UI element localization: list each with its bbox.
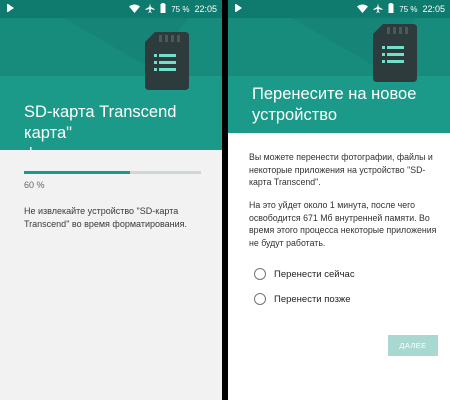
battery-icon bbox=[160, 3, 166, 16]
clock: 22:05 bbox=[422, 4, 445, 14]
sd-card-icon bbox=[373, 24, 417, 87]
format-progress-bar bbox=[24, 171, 201, 174]
radio-migrate-now[interactable]: Перенести сейчас bbox=[254, 266, 355, 282]
radio-label: Перенести позже bbox=[274, 293, 351, 305]
description-text: Вы можете перенести фотографии, файлы и … bbox=[249, 152, 433, 187]
sd-card-icon bbox=[145, 32, 189, 95]
airplane-icon bbox=[373, 3, 383, 16]
duration-text: На это уйдет около 1 минута, после чего … bbox=[249, 200, 437, 248]
wifi-icon bbox=[129, 4, 141, 16]
battery-icon bbox=[388, 3, 394, 16]
header: Перенесите на новое устройство bbox=[228, 18, 450, 133]
radio-label: Перенести сейчас bbox=[274, 268, 355, 280]
radio-button[interactable] bbox=[254, 293, 266, 305]
radio-button[interactable] bbox=[254, 268, 266, 280]
notification-icon bbox=[6, 3, 16, 15]
battery-percent: 75 % bbox=[399, 5, 418, 14]
migrate-screen: 75 % 22:05 Перенесите на новое устройств… bbox=[228, 0, 450, 400]
page-title: SD-карта Transcend карта" форматируется… bbox=[24, 103, 177, 150]
formatting-screen: 75 % 22:05 SD-карта Transcend карта" фор bbox=[0, 0, 222, 400]
battery-percent: 75 % bbox=[171, 5, 190, 14]
progress-fill bbox=[24, 171, 131, 174]
status-bar: 75 % 22:05 bbox=[0, 0, 222, 18]
airplane-icon bbox=[145, 3, 155, 16]
progress-label: 60 % bbox=[24, 180, 45, 190]
notification-icon bbox=[234, 3, 244, 15]
page-title: Перенесите на новое устройство bbox=[252, 85, 417, 124]
header: SD-карта Transcend карта" форматируется… bbox=[0, 18, 222, 150]
radio-migrate-later[interactable]: Перенести позже bbox=[254, 291, 351, 307]
warning-text: Не извлекайте устройство "SD-карта Trans… bbox=[24, 206, 188, 229]
wifi-icon bbox=[357, 4, 369, 16]
next-button[interactable]: ДАЛЕЕ bbox=[388, 335, 438, 356]
status-bar: 75 % 22:05 bbox=[228, 0, 450, 18]
clock: 22:05 bbox=[194, 4, 217, 14]
